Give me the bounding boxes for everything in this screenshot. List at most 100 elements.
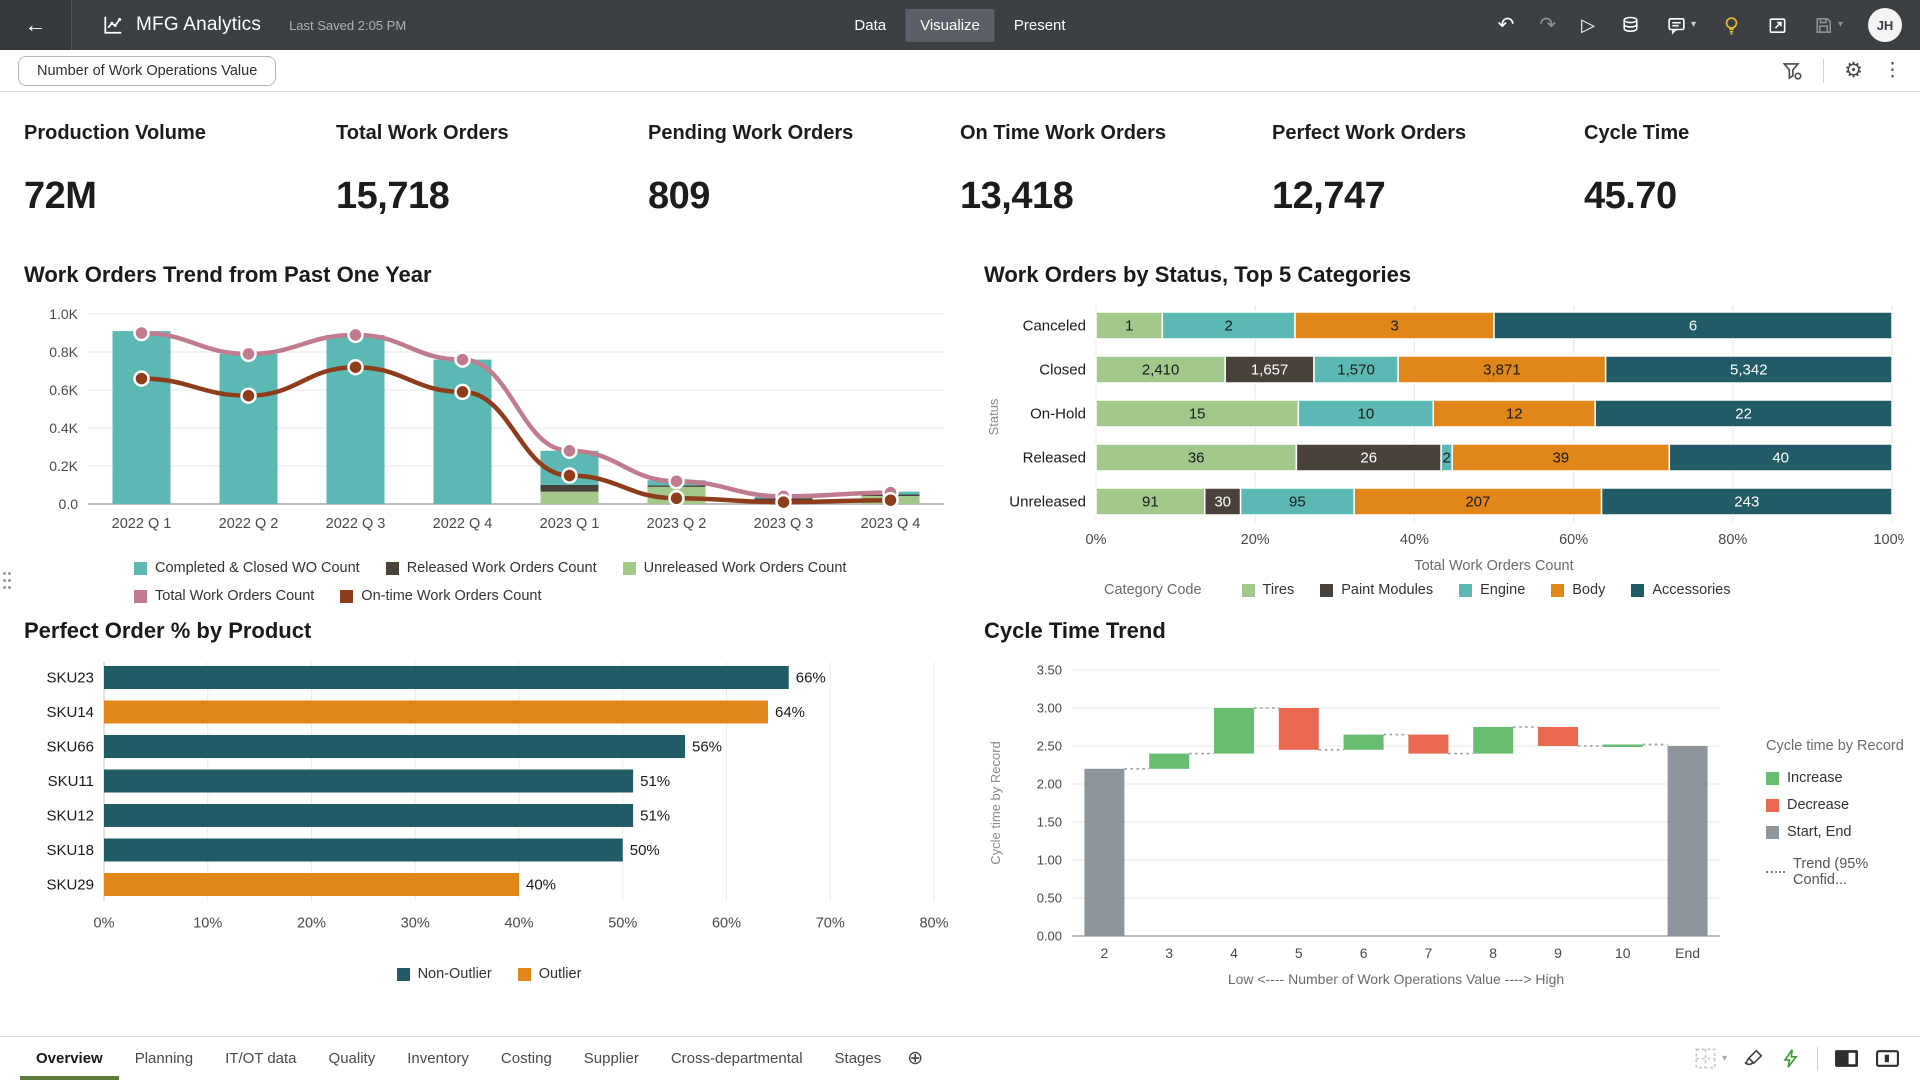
bar[interactable] — [104, 735, 685, 758]
waterfall-bar[interactable] — [1668, 746, 1708, 936]
line-point[interactable] — [349, 328, 363, 342]
legend-item[interactable]: Released Work Orders Count — [386, 560, 597, 576]
bar-segment[interactable] — [434, 360, 492, 504]
horizontal-bar-plot[interactable]: 0%10%20%30%40%50%60%70%80%SKU2366%SKU146… — [24, 654, 960, 954]
combo-chart-plot[interactable]: 0.00.2K0.4K0.6K0.8K1.0K2022 Q 12022 Q 22… — [24, 298, 960, 548]
kpi-production-volume[interactable]: Production Volume 72M — [24, 122, 336, 218]
canvas-tab-supplier[interactable]: Supplier — [568, 1037, 655, 1080]
user-avatar[interactable]: JH — [1868, 8, 1902, 42]
waterfall-bar[interactable] — [1149, 754, 1189, 769]
waterfall-bar[interactable] — [1214, 708, 1254, 754]
legend-item[interactable]: Body — [1551, 582, 1605, 598]
bar[interactable] — [104, 804, 633, 827]
waterfall-bar[interactable] — [1084, 769, 1124, 936]
bar-segment[interactable] — [541, 485, 599, 492]
panel-split-button[interactable] — [1875, 1048, 1900, 1069]
bar[interactable] — [104, 770, 633, 793]
line-point[interactable] — [777, 495, 791, 509]
chart-work-orders-by-status[interactable]: Work Orders by Status, Top 5 Categories … — [960, 248, 1920, 604]
line-point[interactable] — [242, 389, 256, 403]
tab-present[interactable]: Present — [999, 9, 1081, 42]
chart-perfect-order-pct[interactable]: Perfect Order % by Product 0%10%20%30%40… — [0, 604, 960, 1000]
add-canvas-button[interactable]: ⊕ — [907, 1047, 923, 1070]
waterfall-bar[interactable] — [1538, 727, 1578, 746]
legend-item-trend[interactable]: Trend (95% Confid... — [1766, 856, 1920, 888]
save-button[interactable]: ▾ — [1813, 15, 1843, 36]
line-point[interactable] — [563, 444, 577, 458]
legend-item[interactable]: Start, End — [1766, 824, 1920, 840]
canvas-settings-button[interactable]: ⚙ — [1844, 60, 1863, 81]
canvas-tab-cross-departmental[interactable]: Cross-departmental — [655, 1037, 819, 1080]
kpi-pending-work-orders[interactable]: Pending Work Orders 809 — [648, 122, 960, 218]
line-point[interactable] — [670, 474, 684, 488]
canvas-tab-costing[interactable]: Costing — [485, 1037, 568, 1080]
waterfall-bar[interactable] — [1473, 727, 1513, 754]
kpi-perfect-work-orders[interactable]: Perfect Work Orders 12,747 — [1272, 122, 1584, 218]
more-options-button[interactable]: ⋮ — [1883, 61, 1902, 80]
preview-button[interactable]: ▷ — [1581, 16, 1595, 34]
panel-left-button[interactable] — [1834, 1048, 1859, 1069]
bar[interactable] — [104, 873, 519, 896]
legend-item[interactable]: Completed & Closed WO Count — [134, 560, 360, 576]
panel-left-icon — [1834, 1048, 1859, 1069]
canvas-tab-stages[interactable]: Stages — [819, 1037, 898, 1080]
comments-button[interactable]: ▾ — [1666, 15, 1696, 36]
auto-insights-button[interactable] — [1780, 1048, 1801, 1069]
legend-item[interactable]: Accessories — [1631, 582, 1730, 598]
line-point[interactable] — [135, 372, 149, 386]
legend-item[interactable]: Unreleased Work Orders Count — [623, 560, 847, 576]
tab-visualize[interactable]: Visualize — [905, 9, 995, 42]
canvas-tab-inventory[interactable]: Inventory — [391, 1037, 485, 1080]
filter-settings-button[interactable] — [1781, 60, 1803, 82]
waterfall-bar[interactable] — [1408, 735, 1448, 754]
style-brush-button[interactable] — [1743, 1048, 1764, 1069]
chart-cycle-time-trend[interactable]: Cycle Time Trend 0.000.501.001.502.002.5… — [960, 604, 1920, 1000]
undo-button[interactable]: ↶ — [1498, 15, 1515, 35]
legend-item[interactable]: Engine — [1459, 582, 1525, 598]
canvas-tab-overview[interactable]: Overview — [20, 1037, 119, 1080]
line-point[interactable] — [884, 493, 898, 507]
chart-work-orders-trend[interactable]: Work Orders Trend from Past One Year 0.0… — [0, 248, 960, 604]
line-point[interactable] — [135, 326, 149, 340]
line-point[interactable] — [670, 491, 684, 505]
line-point[interactable] — [456, 353, 470, 367]
bar-segment[interactable] — [113, 331, 171, 504]
bar[interactable] — [104, 666, 789, 689]
legend-item[interactable]: Paint Modules — [1320, 582, 1433, 598]
tab-data[interactable]: Data — [839, 9, 901, 42]
bar[interactable] — [104, 701, 768, 724]
kpi-cycle-time[interactable]: Cycle Time 45.70 — [1584, 122, 1896, 218]
waterfall-bar[interactable] — [1603, 744, 1643, 747]
canvas-tab-itot-data[interactable]: IT/OT data — [209, 1037, 312, 1080]
redo-button[interactable]: ↷ — [1539, 15, 1556, 35]
legend-item[interactable]: On-time Work Orders Count — [340, 588, 541, 604]
waterfall-plot[interactable]: 0.000.501.001.502.002.503.003.50Cycle ti… — [984, 654, 1744, 1000]
canvas-tab-quality[interactable]: Quality — [313, 1037, 392, 1080]
canvas-layout-button[interactable]: ▾ — [1694, 1047, 1727, 1070]
waterfall-bar[interactable] — [1279, 708, 1319, 750]
legend-item[interactable]: Total Work Orders Count — [134, 588, 314, 604]
refresh-data-button[interactable] — [1620, 15, 1641, 36]
legend-item[interactable]: Increase — [1766, 770, 1920, 786]
legend-item[interactable]: Outlier — [518, 966, 582, 982]
line-point[interactable] — [563, 469, 577, 483]
line-point[interactable] — [349, 360, 363, 374]
panel-drag-handle[interactable] — [3, 572, 13, 598]
line-point[interactable] — [242, 347, 256, 361]
export-button[interactable] — [1767, 15, 1788, 36]
stacked-bar-plot[interactable]: 0%20%40%60%80%100%Total Work Orders Coun… — [984, 298, 1920, 570]
waterfall-bar[interactable] — [1344, 735, 1384, 750]
bar-segment[interactable] — [541, 492, 599, 504]
back-button[interactable]: ← — [0, 0, 72, 50]
bar-segment[interactable] — [220, 354, 278, 504]
filter-pill-work-operations[interactable]: Number of Work Operations Value — [18, 56, 276, 86]
kpi-total-work-orders[interactable]: Total Work Orders 15,718 — [336, 122, 648, 218]
legend-item[interactable]: Decrease — [1766, 797, 1920, 813]
kpi-on-time-work-orders[interactable]: On Time Work Orders 13,418 — [960, 122, 1272, 218]
legend-item[interactable]: Non-Outlier — [397, 966, 492, 982]
line-point[interactable] — [456, 385, 470, 399]
canvas-tab-planning[interactable]: Planning — [119, 1037, 209, 1080]
insights-button[interactable] — [1721, 15, 1742, 36]
legend-item[interactable]: Tires — [1242, 582, 1295, 598]
bar[interactable] — [104, 839, 623, 862]
